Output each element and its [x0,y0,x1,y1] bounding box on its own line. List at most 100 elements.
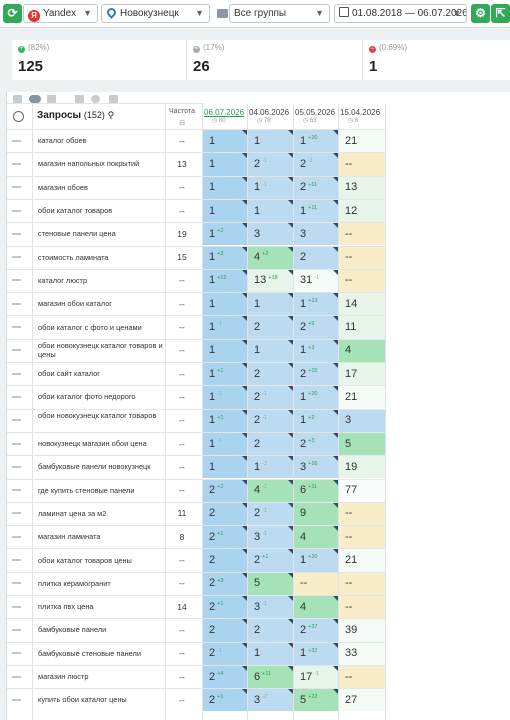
position-cell[interactable]: 6 +11 [248,665,293,689]
position-cell[interactable]: -- [339,596,385,619]
row-handle-icon[interactable] [12,232,21,235]
position-cell[interactable]: 14 [339,293,385,316]
position-cell[interactable]: 2 +4 [203,665,247,689]
position-cell[interactable]: 4 +2 [248,246,293,269]
position-cell[interactable]: 1 [248,199,293,223]
position-cell[interactable]: -- [339,572,385,595]
date-column-header[interactable]: 05.05.2026 ◷ 63 [295,108,338,124]
position-cell[interactable]: -- [339,153,385,176]
position-cell[interactable]: 21 [339,386,385,409]
position-cell[interactable]: 1 -2 [248,456,293,479]
table-row[interactable]: обои каталог товаров цены -- 2 2 +1 1 +20 21 [7,548,385,572]
position-cell[interactable]: 2 +1 [203,526,247,549]
position-cell[interactable]: 1 [203,293,247,316]
position-cell[interactable]: 1 [203,199,247,223]
table-row[interactable]: бамбуковые панели -- 2 2 2 +37 39 [7,618,385,642]
position-cell[interactable]: 1 -1 [248,176,293,199]
row-handle-icon[interactable] [12,326,21,329]
toggle-icon[interactable] [29,95,41,103]
position-cell[interactable]: 1 [248,642,293,665]
table-row[interactable]: магазин обоев -- 1 1 -1 2 +11 13 [7,175,385,199]
position-cell[interactable]: 1 +32 [294,642,338,665]
position-cell[interactable]: -- [339,246,385,269]
export-icon[interactable]: ⇱ [491,4,510,23]
position-cell[interactable]: 1 +20 [294,130,338,153]
position-cell[interactable]: -- [339,665,385,689]
row-handle-icon[interactable] [12,302,21,305]
row-handle-icon[interactable] [12,675,21,678]
position-cell[interactable]: 1 +1 [203,409,247,432]
position-cell[interactable]: 2 +3 [294,432,338,456]
row-handle-icon[interactable] [12,535,21,538]
position-cell[interactable]: 2 +15 [294,363,338,386]
position-cell[interactable]: 2 +2 [203,479,247,502]
position-cell[interactable]: 2 +1 [248,549,293,572]
table-row[interactable]: магазин напольных покрытий 13 1 2 -1 2 -1 -- [7,152,385,176]
row-handle-icon[interactable] [12,605,21,608]
position-cell[interactable]: 9- [294,502,338,526]
position-cell[interactable]: 3 [248,223,293,246]
position-cell[interactable]: 11 [339,316,385,339]
row-handle-icon[interactable] [12,489,21,492]
position-cell[interactable]: 2 -1 [248,153,293,176]
row-handle-icon[interactable] [12,442,21,445]
position-cell[interactable]: 5- [248,572,293,595]
row-handle-icon[interactable] [12,349,21,352]
position-cell[interactable]: 1 [203,456,247,479]
position-cell[interactable]: 4 [339,339,385,362]
position-cell[interactable]: 1 +11 [294,199,338,223]
position-cell[interactable]: 3- [294,223,338,246]
position-cell[interactable]: 2 -1 [203,642,247,665]
position-cell[interactable]: 2 +1 [203,689,247,712]
frequency-settings-icon[interactable]: ⊟ [167,119,197,127]
position-cell[interactable]: 2 +3 [203,572,247,595]
position-cell[interactable]: 3 -1 [248,526,293,549]
row-handle-icon[interactable] [12,186,21,189]
position-cell[interactable]: 2 +11 [294,176,338,199]
search-icon[interactable]: ⚲ [108,110,115,120]
position-cell[interactable]: 13 +18 [248,269,293,293]
table-row[interactable]: новокузнецк магазин обои цена -- 1 -1 2 2 +3 5 [7,431,385,456]
position-cell[interactable]: 12 [339,199,385,223]
position-cell[interactable]: 2 [203,502,247,526]
row-handle-icon[interactable] [12,209,21,212]
row-handle-icon[interactable] [12,279,21,282]
table-row[interactable]: бамбуковые стеновые панели -- 2 -1 1 1 +32 33 [7,641,385,665]
position-cell[interactable]: 1 [248,130,293,153]
position-cell[interactable]: -- [339,223,385,246]
position-cell[interactable]: 1 [203,176,247,199]
row-handle-icon[interactable] [12,372,21,375]
position-cell[interactable]: 1 [203,339,247,362]
position-cell[interactable]: 5 [339,432,385,456]
position-cell[interactable]: 4 -2 [248,479,293,502]
position-cell[interactable]: -- [339,526,385,549]
date-column-header[interactable]: 06.07.2026 ◷ 80 [204,108,247,124]
table-row[interactable]: обои сайт каталог -- 1 +1 2 2 +15 17 [7,362,385,386]
table-row[interactable]: обои каталог с фото и ценами -- 1 -1 2 2 +9 11 [7,315,385,339]
chart-icon[interactable] [75,95,84,103]
target-icon[interactable] [13,111,24,122]
position-cell[interactable]: 17 [339,363,385,386]
pie-icon[interactable] [91,95,100,103]
link-icon[interactable] [47,95,56,103]
position-cell[interactable]: 31 -1 [294,269,338,293]
position-cell[interactable]: 1 [203,153,247,176]
row-handle-icon[interactable] [12,395,21,398]
position-cell[interactable]: 1 +20 [294,386,338,409]
position-cell[interactable]: 3 [339,409,385,432]
position-cell[interactable]: 1 [203,130,247,153]
position-cell[interactable]: 2 [248,316,293,339]
position-cell[interactable]: 1 +20 [294,549,338,572]
position-cell[interactable]: 39 [339,619,385,642]
row-handle-icon[interactable] [12,419,21,422]
row-handle-icon[interactable] [12,139,21,142]
group-select[interactable]: Все группы ▼ [229,4,330,23]
position-cell[interactable]: 1 [248,339,293,362]
table-row[interactable]: плитка керамогранит -- 2 +3 5- -- -- [7,571,385,595]
table-row[interactable]: бамбуковые панели новокузнецк -- 1 1 -2 3 +16 1… [7,455,385,479]
frequency-header[interactable]: Частота [167,108,197,115]
position-cell[interactable]: 1 +12 [203,269,247,293]
position-cell[interactable]: 2 [203,549,247,572]
position-cell[interactable]: 2 -1 [294,153,338,176]
position-cell[interactable]: 19 [339,456,385,479]
